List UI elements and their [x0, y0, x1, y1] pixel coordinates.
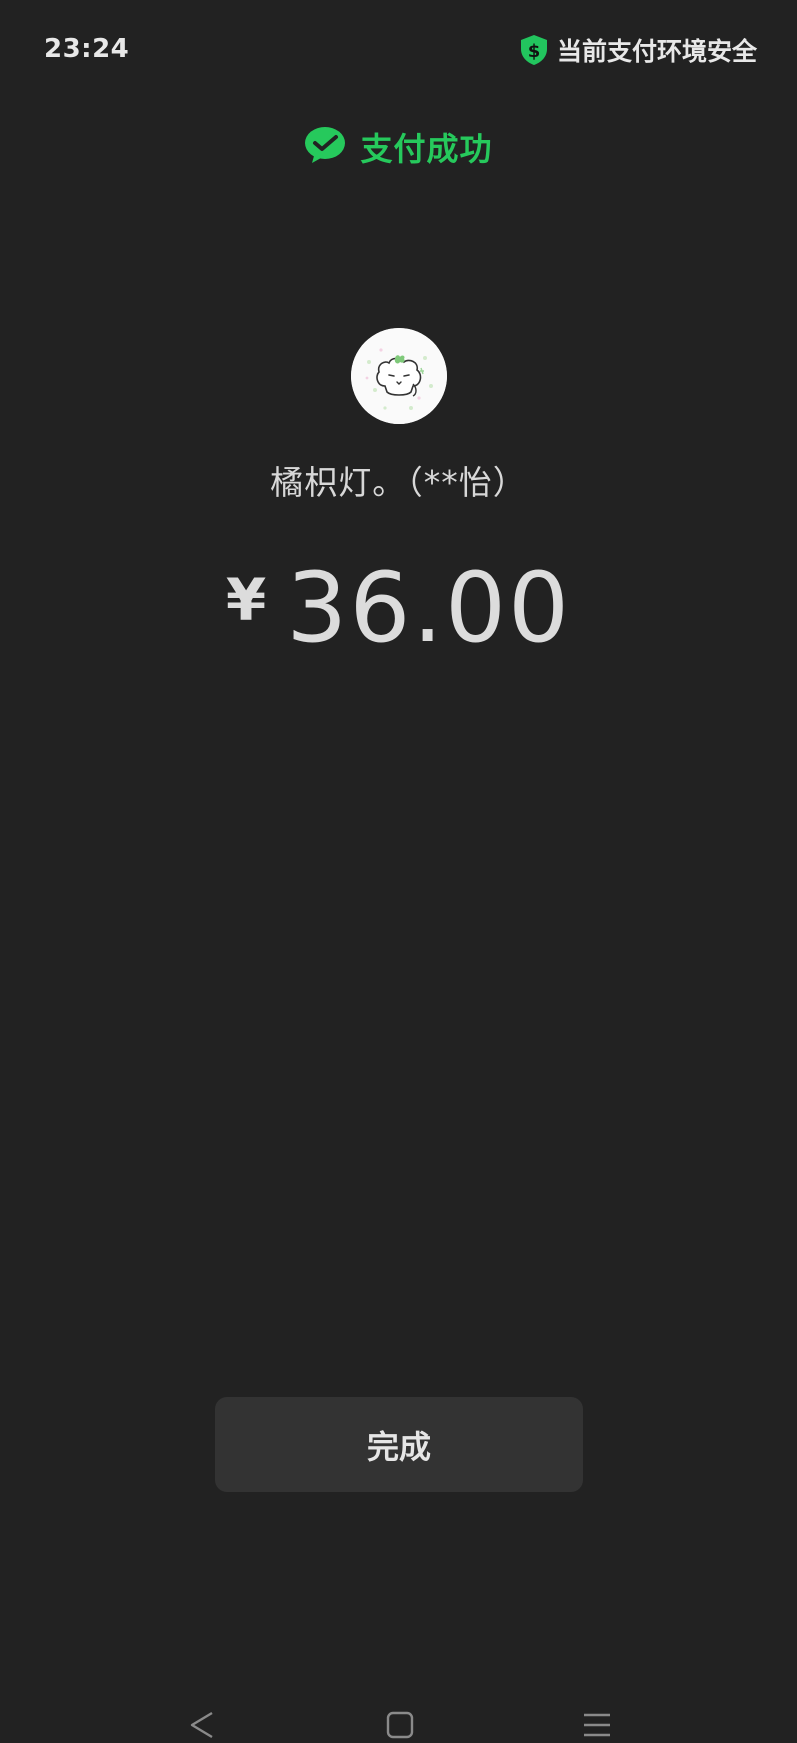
status-bar: 23:24 $ 当前支付环境安全 [0, 0, 797, 100]
security-text: 当前支付环境安全 [556, 37, 757, 66]
payment-amount: ¥ 36.00 [0, 560, 797, 656]
payee-name: 橘枳灯。（**怡） [270, 463, 527, 502]
currency-symbol: ¥ [225, 566, 267, 634]
status-time: 23:24 [44, 34, 130, 64]
system-nav-bar [0, 1703, 797, 1739]
payment-success-header: 支付成功 [0, 124, 797, 170]
home-square-icon[interactable] [386, 1711, 414, 1743]
payee-avatar [351, 328, 447, 424]
success-title: 支付成功 [360, 130, 493, 168]
svg-text:$: $ [528, 41, 541, 62]
amount-value: 36.00 [286, 552, 572, 664]
wechat-pay-icon [304, 126, 346, 168]
done-button[interactable]: 完成 [215, 1397, 583, 1492]
menu-lines-icon[interactable] [582, 1711, 612, 1743]
security-status: $ 当前支付环境安全 [519, 32, 757, 68]
back-triangle-icon[interactable] [188, 1711, 216, 1743]
shield-dollar-icon: $ [519, 34, 549, 66]
